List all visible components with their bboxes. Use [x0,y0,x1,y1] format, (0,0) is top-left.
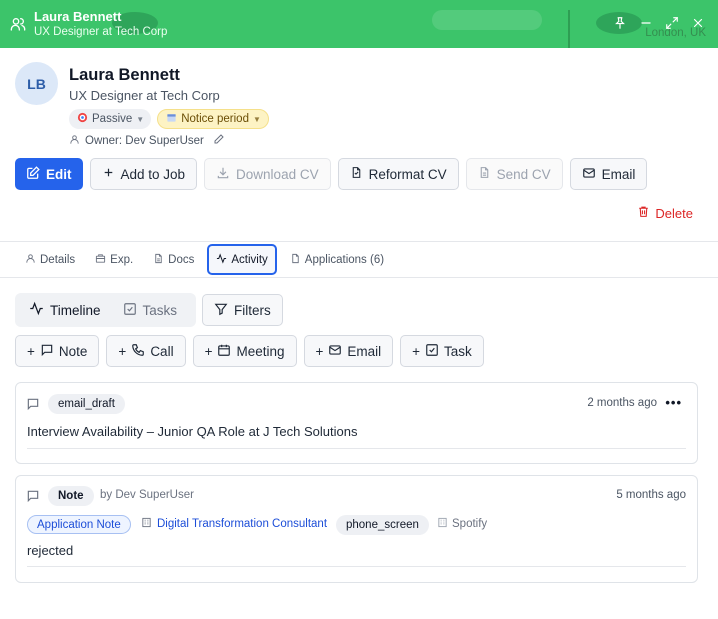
activity-time: 5 months ago [616,489,686,501]
activity-author: by Dev SuperUser [100,489,194,501]
briefcase-icon [95,253,106,267]
candidate-title: UX Designer at Tech Corp [69,88,220,103]
file-icon [290,253,301,267]
job-link[interactable]: Digital Transformation Consultant [141,517,327,531]
calendar-icon [166,112,177,126]
delete-button[interactable]: Delete [637,205,693,221]
action-toolbar: Edit Add to Job Download CV Reformat CV … [15,158,648,190]
filters-button[interactable]: Filters [202,294,283,326]
tab-applications[interactable]: Applications (6) [283,244,391,275]
email-button[interactable]: Email [569,158,648,190]
close-icon[interactable] [690,15,706,31]
avatar: LB [15,62,58,105]
profile-section: LB Laura Bennett UX Designer at Tech Cor… [15,62,269,148]
document-icon [478,166,491,182]
more-options-icon[interactable]: ••• [665,395,682,410]
target-icon [77,112,88,126]
availability-badge[interactable]: Notice period ▼ [157,109,269,129]
add-call-button[interactable]: + Call [106,335,186,367]
add-task-button[interactable]: + Task [400,335,484,367]
availability-badge-label: Notice period [181,113,249,125]
message-icon [26,397,40,414]
trash-icon [637,205,650,221]
mail-icon [328,343,342,360]
tab-experience[interactable]: Exp. [88,244,140,275]
building-icon [141,517,152,531]
checkbox-icon [123,302,137,319]
activity-card[interactable]: email_draft 2 months ago ••• Interview A… [15,382,698,464]
company-label: Spotify [437,517,487,531]
calendar-icon [217,343,231,360]
users-icon [10,16,26,32]
plus-icon: + [27,343,35,359]
add-note-button[interactable]: + Note [15,335,100,367]
header-subtitle: UX Designer at Tech Corp [34,25,168,38]
drawer-header: Laura Bennett UX Designer at Tech Corp [0,0,718,48]
plus-icon [102,166,115,182]
add-to-job-button[interactable]: Add to Job [89,158,198,190]
edit-icon [26,165,40,183]
tab-docs[interactable]: Docs [146,244,201,275]
owner-label: Owner: Dev SuperUser [85,134,204,147]
application-note-badge: Application Note [27,515,131,534]
add-activity-row: + Note + Call + Meeting + Email + Task [15,335,484,367]
edit-owner-icon[interactable] [213,133,225,148]
edit-button[interactable]: Edit [15,158,83,190]
stage-tag: phone_screen [336,515,429,535]
download-icon [216,166,230,183]
expand-icon[interactable] [664,15,680,31]
document-icon [153,253,164,267]
message-icon [40,343,54,360]
candidate-name: Laura Bennett [69,66,180,84]
add-meeting-button[interactable]: + Meeting [192,335,297,367]
message-icon [26,489,40,506]
send-cv-button[interactable]: Send CV [465,158,563,190]
tab-bar: Details Exp. Docs Activity Applications … [0,241,718,278]
activity-icon [29,301,44,319]
user-icon [69,134,80,148]
activity-text: Interview Availability – Junior QA Role … [27,424,358,439]
plus-icon: + [204,343,213,359]
chevron-down-icon: ▼ [136,114,145,124]
minimize-icon[interactable] [638,15,654,31]
mail-icon [582,166,596,183]
plus-icon: + [412,343,421,359]
plus-icon: + [315,343,324,359]
document-icon [350,166,363,182]
download-cv-button[interactable]: Download CV [204,158,331,190]
view-toggle: Timeline Tasks [15,293,196,327]
tab-activity[interactable]: Activity [207,244,277,275]
activity-type-tag: Note [48,486,94,506]
tab-details[interactable]: Details [18,244,82,275]
pin-icon[interactable] [612,15,628,31]
activity-card[interactable]: Note by Dev SuperUser 5 months ago Appli… [15,475,698,583]
status-badge[interactable]: Passive ▼ [69,109,152,129]
activity-type-tag: email_draft [48,394,125,414]
activity-icon [216,252,227,267]
checkbox-icon [425,343,439,360]
activity-time: 2 months ago [587,397,657,409]
add-email-button[interactable]: + Email [303,335,394,367]
building-icon [437,517,448,531]
activity-text: rejected [27,543,74,558]
header-name: Laura Bennett [34,8,122,24]
timeline-toggle[interactable]: Timeline [18,296,112,324]
divider [27,566,686,567]
status-badge-label: Passive [92,113,133,125]
plus-icon: + [118,343,127,359]
divider [27,448,686,449]
user-icon [25,253,36,267]
chevron-down-icon: ▼ [252,114,261,124]
tasks-toggle[interactable]: Tasks [112,296,189,324]
phone-icon [131,343,145,360]
filter-icon [214,302,228,319]
reformat-cv-button[interactable]: Reformat CV [337,158,459,190]
job-link-label: Digital Transformation Consultant [157,518,328,530]
